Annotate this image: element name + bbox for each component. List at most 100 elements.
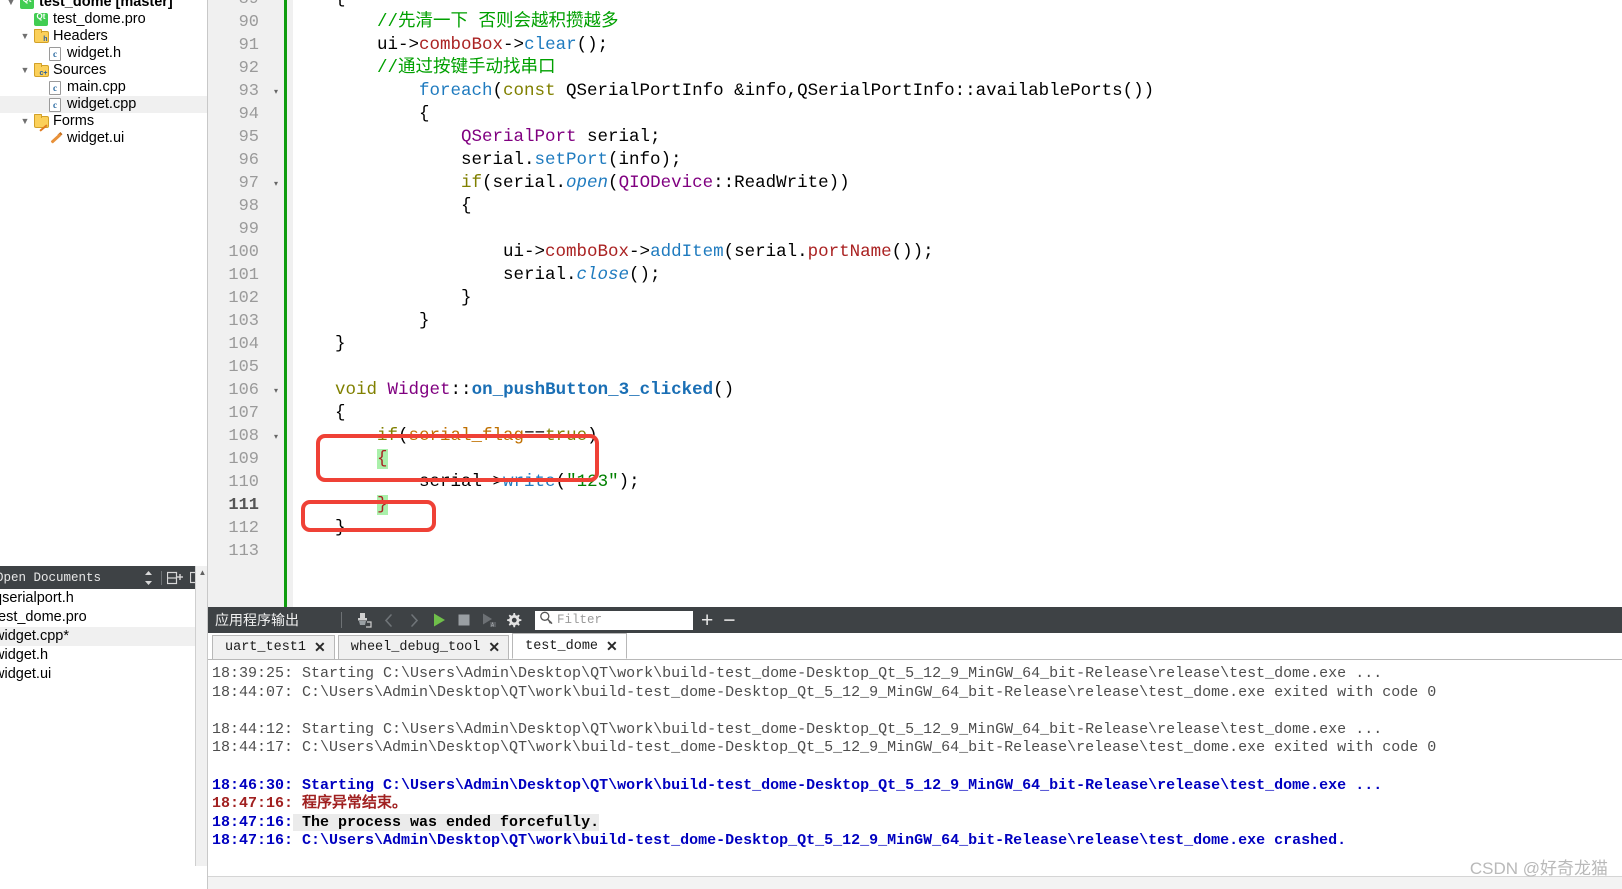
fold-marker-icon[interactable]: ▾: [270, 80, 282, 103]
code-line[interactable]: if(serial.open(QIODevice::ReadWrite)): [461, 172, 850, 195]
tree-item-test-dome-master[interactable]: ▼ test_dome [master]: [0, 0, 207, 11]
open-document-item[interactable]: widget.cpp*: [0, 627, 207, 646]
open-documents-list[interactable]: qserialport.h test_dome.pro widget.cpp* wid…: [0, 589, 207, 889]
code-line[interactable]: foreach(const QSerialPortInfo &info,QSer…: [419, 80, 1154, 103]
code-text-area[interactable]: { //先清一下 否则会越积攒越多ui->comboBox->clear();//…: [293, 0, 1622, 607]
console-output[interactable]: 18:39:25: Starting C:\Users\Admin\Deskto…: [208, 660, 1622, 889]
ui-file-icon: [49, 132, 62, 145]
project-tree[interactable]: ▼ test_dome [master]test_dome.pro▼hHeader…: [0, 0, 207, 560]
open-documents-scrollbar[interactable]: ▲: [195, 566, 207, 866]
code-line[interactable]: //通过按键手动找串口: [377, 57, 556, 80]
scroll-up-arrow-icon[interactable]: ▲: [196, 566, 207, 579]
code-token: QSerialPort: [461, 127, 577, 147]
output-tab-test_dome[interactable]: test_dome ✕: [512, 633, 627, 659]
console-message: C:\Users\Admin\Desktop\QT\work\build-tes…: [293, 683, 1437, 701]
tree-item-label: test_dome [master]: [39, 0, 173, 10]
code-token: (): [713, 380, 735, 400]
zoom-in-button[interactable]: +: [701, 610, 713, 631]
tree-item-label: widget.h: [67, 45, 122, 61]
open-document-item[interactable]: widget.h: [0, 646, 207, 665]
tree-item-forms[interactable]: ▼ Forms: [0, 113, 207, 132]
code-token: //通过按键手动找串口: [377, 58, 556, 78]
open-document-item[interactable]: test_dome.pro: [0, 608, 207, 627]
tree-item-sources[interactable]: ▼ c+ Sources: [0, 62, 207, 79]
code-line[interactable]: {: [335, 0, 346, 11]
clear-output-icon[interactable]: [352, 609, 375, 632]
tree-item-test-dome-pro[interactable]: test_dome.pro: [0, 11, 207, 28]
code-token: if: [377, 426, 399, 446]
fold-marker-icon[interactable]: ▾: [270, 379, 282, 402]
code-token: Widget: [387, 380, 451, 400]
next-item-icon[interactable]: [402, 609, 425, 632]
code-line[interactable]: serial.setPort(info);: [461, 149, 682, 172]
output-tab-strip[interactable]: uart_test1 ✕ wheel_debug_tool ✕ test_dome ✕: [208, 633, 1622, 660]
line-number: 113: [228, 542, 259, 561]
code-line[interactable]: }: [377, 494, 388, 517]
console-timestamp: 18:44:12:: [212, 720, 294, 738]
code-line[interactable]: ui->comboBox->clear();: [377, 34, 608, 57]
code-line[interactable]: {: [335, 402, 346, 425]
tree-item-label: widget.cpp: [67, 96, 137, 112]
run-attached-icon[interactable]: A: [477, 609, 500, 632]
code-line[interactable]: if(serial_flag==true): [377, 425, 598, 448]
fold-marker-icon[interactable]: ▾: [270, 425, 282, 448]
tree-item-widget-ui[interactable]: widget.ui: [0, 130, 207, 147]
tree-item-label: Sources: [53, 62, 107, 78]
settings-gear-icon[interactable]: [502, 609, 525, 632]
console-timestamp: 18:46:30:: [212, 776, 294, 794]
code-line[interactable]: }: [461, 287, 472, 310]
code-token: serial.: [503, 265, 577, 285]
code-line[interactable]: {: [377, 448, 388, 471]
split-add-icon[interactable]: [166, 569, 184, 587]
code-line[interactable]: }: [335, 333, 346, 356]
code-token: ): [587, 426, 598, 446]
code-token: ::ReadWrite)): [713, 173, 850, 193]
code-token: (serial.: [723, 242, 808, 262]
code-token: ui: [377, 35, 399, 55]
code-line[interactable]: serial.close();: [503, 264, 661, 287]
code-line[interactable]: void Widget::on_pushButton_3_clicked(): [335, 379, 734, 402]
fold-marker-icon[interactable]: ▾: [270, 172, 282, 195]
code-token: (: [398, 426, 409, 446]
code-line[interactable]: }: [335, 517, 346, 540]
code-line[interactable]: {: [461, 195, 472, 218]
code-line[interactable]: ui->comboBox->addItem(serial.portName())…: [503, 241, 934, 264]
chevron-down-icon[interactable]: ▼: [18, 117, 32, 126]
code-editor[interactable]: 89 90 91 92 93 ▾ 94 95 96 97 ▾ 98 99 100 101 102 103 104 1…: [208, 0, 1622, 607]
close-icon[interactable]: ✕: [314, 639, 326, 656]
output-tab-wheel_debug_tool[interactable]: wheel_debug_tool ✕: [337, 635, 510, 659]
chevron-down-icon[interactable]: ▼: [18, 32, 32, 41]
tree-item-label: test_dome.pro: [53, 11, 146, 27]
line-number: 96: [238, 151, 259, 170]
line-number: 109: [228, 450, 259, 469]
open-documents-header: Open Documents: [0, 566, 207, 589]
code-line[interactable]: serial->write("123");: [419, 471, 640, 494]
editor-gutter[interactable]: 89 90 91 92 93 ▾ 94 95 96 97 ▾ 98 99 100 101 102 103 104 1…: [208, 0, 293, 607]
chevron-down-icon[interactable]: ▼: [18, 66, 32, 75]
divider: [341, 612, 342, 628]
filter-input[interactable]: Filter: [535, 610, 693, 630]
chevron-down-icon[interactable]: ▼: [4, 0, 18, 7]
tree-item-headers[interactable]: ▼ h Headers: [0, 28, 207, 45]
open-document-label: widget.h: [0, 647, 49, 663]
code-line[interactable]: }: [419, 310, 430, 333]
output-tab-uart_test1[interactable]: uart_test1 ✕: [212, 635, 335, 659]
run-icon[interactable]: [427, 609, 450, 632]
tree-item-main-cpp[interactable]: c main.cpp: [0, 79, 207, 96]
close-icon[interactable]: ✕: [606, 638, 618, 655]
line-number: 108: [228, 427, 259, 446]
code-line[interactable]: QSerialPort serial;: [461, 126, 661, 149]
tree-item-widget-cpp[interactable]: c widget.cpp: [0, 96, 207, 113]
stop-icon[interactable]: [452, 609, 475, 632]
tree-item-widget-h[interactable]: c widget.h: [0, 45, 207, 62]
close-icon[interactable]: ✕: [488, 639, 500, 656]
code-line[interactable]: {: [419, 103, 430, 126]
console-horizontal-scrollbar[interactable]: [208, 876, 1622, 889]
sort-updown-icon[interactable]: [139, 569, 157, 587]
code-token: ();: [576, 35, 609, 55]
open-document-item[interactable]: qserialport.h: [0, 589, 207, 608]
code-line[interactable]: //先清一下 否则会越积攒越多: [377, 11, 619, 34]
open-document-item[interactable]: widget.ui: [0, 665, 207, 684]
zoom-out-button[interactable]: −: [723, 610, 735, 631]
prev-item-icon[interactable]: [377, 609, 400, 632]
